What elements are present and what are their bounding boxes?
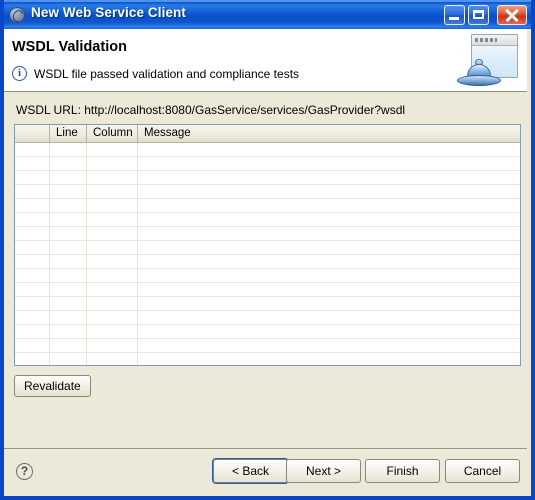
wsdl-url-line: WSDL URL: http://localhost:8080/GasServi… [16,103,405,117]
table-body[interactable] [15,143,520,365]
page-title: WSDL Validation [12,39,127,55]
banner-window-dots [475,38,497,42]
dialog-body: WSDL URL: http://localhost:8080/GasServi… [4,92,527,448]
dialog-footer: ? < Back Next > Finish Cancel [4,448,527,496]
banner-window-titlebar [472,35,517,46]
minimize-icon[interactable] [444,5,465,25]
wsdl-url-value: http://localhost:8080/GasService/service… [84,103,406,117]
wizard-header: WSDL Validation i WSDL file passed valid… [4,29,527,92]
wsdl-url-label: WSDL URL: [16,103,81,117]
table-column-header[interactable]: Column [87,125,138,142]
titlebar-highlight [4,0,531,2]
next-button[interactable]: Next > [286,459,361,483]
dialog-window: New Web Service Client WSDL Validation i… [0,0,535,500]
web-service-banner-icon [457,31,519,89]
banner-dome-shape [457,59,501,86]
cancel-button[interactable]: Cancel [445,459,520,483]
table-grid-line [86,143,87,365]
info-icon: i [12,66,27,81]
table-column-header[interactable] [15,125,50,142]
back-button[interactable]: < Back [213,459,288,483]
title-bar[interactable]: New Web Service Client [4,0,531,29]
web-service-icon [9,7,25,23]
status-message: WSDL file passed validation and complian… [34,67,300,81]
table-grid-line [49,143,50,365]
table-column-header[interactable]: Line [50,125,87,142]
maximize-icon[interactable] [468,5,489,25]
banner-dome-base [457,75,501,86]
table-grid-line [137,143,138,365]
validation-results-table[interactable]: Line Column Message [14,124,521,366]
help-icon[interactable]: ? [16,463,33,480]
window-title: New Web Service Client [31,5,187,20]
revalidate-button[interactable]: Revalidate [14,375,91,397]
table-header-row: Line Column Message [15,125,520,143]
table-column-header[interactable]: Message [138,125,520,142]
finish-button[interactable]: Finish [365,459,440,483]
close-icon[interactable] [497,5,527,25]
